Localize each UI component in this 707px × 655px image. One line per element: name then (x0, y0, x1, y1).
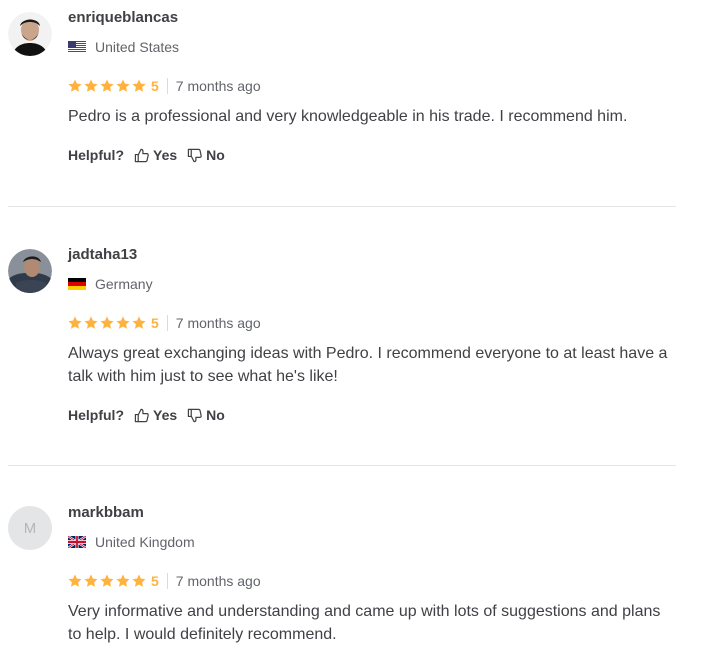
country-name: United Kingdom (95, 534, 195, 550)
review-text: Very informative and understanding and c… (68, 603, 661, 643)
avatar-photo (8, 12, 52, 56)
username[interactable]: markbbam (68, 503, 678, 523)
star-icon (132, 79, 146, 93)
star-rating (68, 316, 146, 330)
rating-score: 5 (151, 315, 159, 331)
star-icon (84, 316, 98, 330)
review-time: 7 months ago (175, 315, 261, 331)
helpful-row: Helpful? Yes No (68, 145, 678, 165)
helpful-no-button[interactable]: No (187, 407, 225, 423)
thumbs-up-icon (134, 148, 149, 163)
thumbs-down-icon (187, 408, 202, 423)
de-flag-icon (68, 278, 86, 290)
rating-score: 5 (151, 78, 159, 94)
review-time: 7 months ago (175, 573, 261, 589)
separator (166, 78, 168, 94)
star-icon (100, 79, 114, 93)
helpful-row: Helpful? Yes No (68, 405, 678, 425)
star-icon (68, 574, 82, 588)
avatar[interactable] (8, 249, 52, 293)
country: United States (68, 37, 678, 57)
star-icon (68, 316, 82, 330)
review-text: Always great exchanging ideas with Pedro… (68, 345, 668, 385)
helpful-label: Helpful? (68, 407, 124, 423)
star-icon (116, 79, 130, 93)
avatar-initial: M (23, 519, 37, 537)
review-item: enriqueblancas United States 5 7 months … (0, 8, 678, 165)
rating: 5 7 months ago (68, 571, 678, 591)
review-text: Pedro is a professional and very knowled… (68, 108, 628, 125)
thumbs-up-icon (134, 408, 149, 423)
star-icon (100, 316, 114, 330)
helpful-label: Helpful? (68, 147, 124, 163)
country: Germany (68, 274, 678, 294)
avatar-photo (8, 249, 52, 293)
star-icon (100, 574, 114, 588)
avatar[interactable] (8, 12, 52, 56)
country-name: United States (95, 39, 180, 55)
us-flag-icon (68, 41, 86, 53)
yes-label: Yes (153, 147, 178, 163)
review-time: 7 months ago (175, 78, 261, 94)
helpful-yes-button[interactable]: Yes (134, 147, 177, 163)
star-icon (132, 574, 146, 588)
star-icon (132, 316, 146, 330)
avatar[interactable]: M (8, 506, 52, 550)
star-icon (84, 574, 98, 588)
helpful-yes-button[interactable]: Yes (134, 407, 177, 423)
star-icon (84, 79, 98, 93)
rating-score: 5 (151, 573, 159, 589)
star-rating (68, 574, 146, 588)
rating: 5 7 months ago (68, 313, 678, 333)
no-label: No (206, 407, 225, 423)
username[interactable]: enriqueblancas (68, 8, 678, 28)
separator (166, 315, 168, 331)
star-rating (68, 79, 146, 93)
review-item: jadtaha13 Germany 5 7 months ago Always … (0, 245, 678, 425)
divider (8, 206, 676, 207)
rating: 5 7 months ago (68, 76, 678, 96)
separator (166, 573, 168, 589)
username[interactable]: jadtaha13 (68, 245, 678, 265)
uk-flag-icon (68, 536, 86, 548)
review-item: M markbbam United Kingdom 5 7 months ago… (0, 503, 678, 646)
country: United Kingdom (68, 532, 678, 552)
star-icon (116, 316, 130, 330)
star-icon (116, 574, 130, 588)
no-label: No (206, 147, 225, 163)
thumbs-down-icon (187, 148, 202, 163)
helpful-no-button[interactable]: No (187, 147, 225, 163)
country-name: Germany (95, 276, 153, 292)
yes-label: Yes (153, 407, 178, 423)
divider (8, 465, 676, 466)
star-icon (68, 79, 82, 93)
